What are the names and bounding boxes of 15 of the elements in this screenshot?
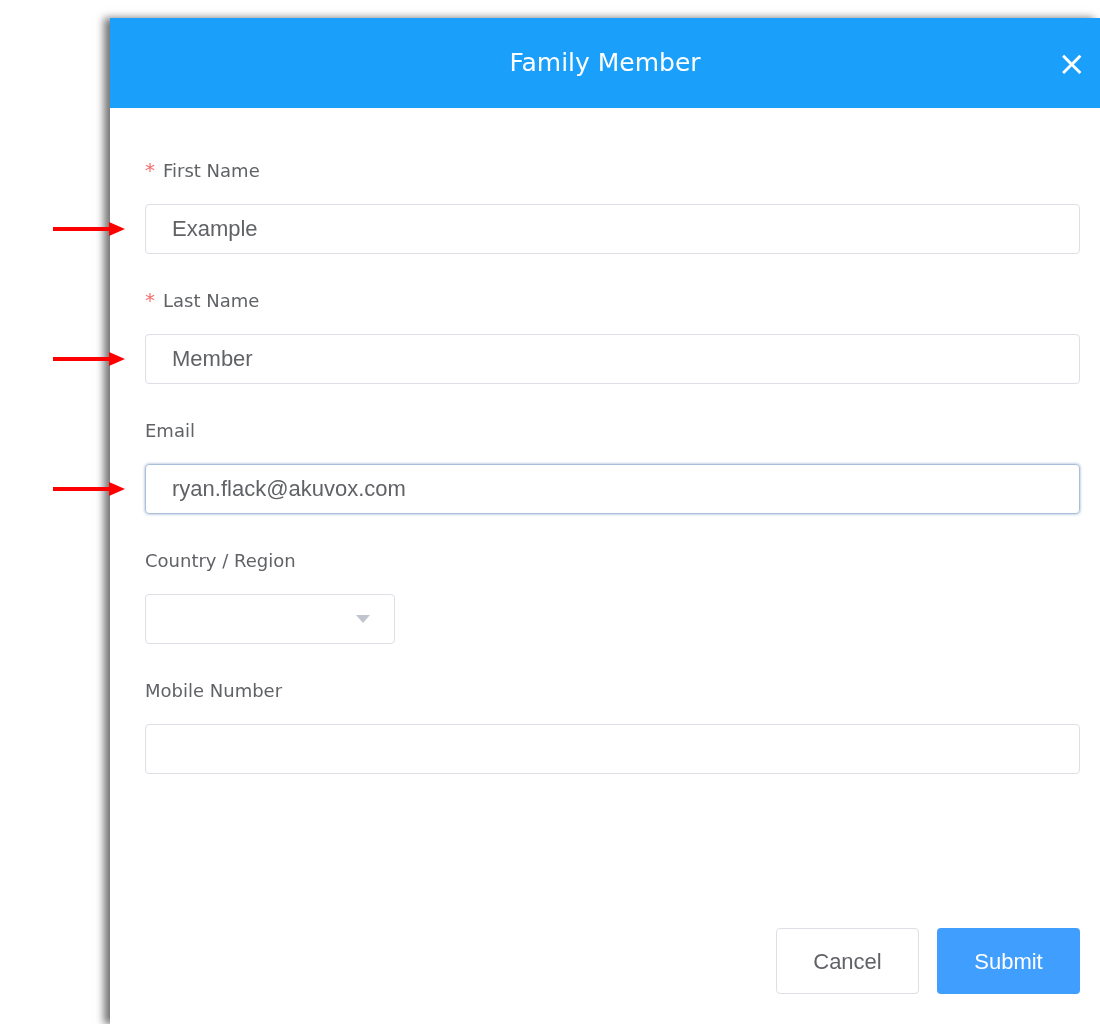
required-mark: * [145, 287, 155, 314]
required-mark: * [145, 157, 155, 184]
country-select[interactable] [145, 594, 395, 644]
input-field[interactable] [145, 724, 1080, 774]
input-field[interactable]: Example [145, 204, 1080, 254]
field-label: Last Name [163, 288, 260, 313]
dialog-title: Family Member [509, 47, 701, 80]
field-label: Mobile Number [145, 678, 283, 703]
input-field[interactable]: Member [145, 334, 1080, 384]
field-label: Country / Region [145, 548, 296, 573]
caret-icon [356, 615, 370, 623]
cancel-button[interactable]: Cancel [776, 928, 919, 994]
input-field[interactable]: ryan.flack@akuvox.com [145, 464, 1080, 514]
field-label: Email [145, 418, 195, 443]
field-label: First Name [163, 158, 260, 183]
